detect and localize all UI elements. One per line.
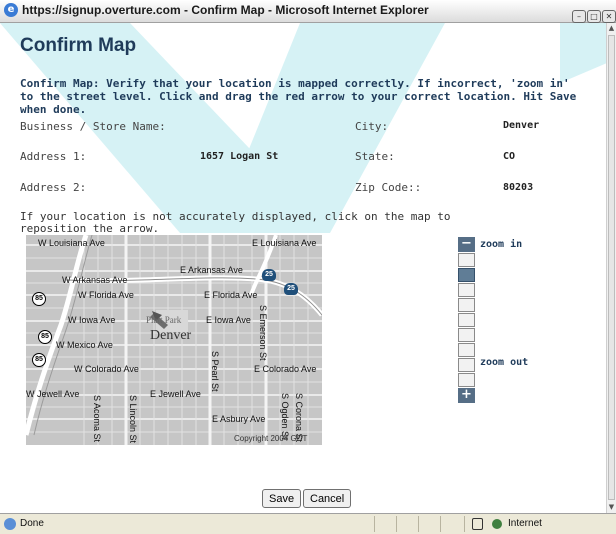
city-value: Denver: [503, 120, 540, 131]
street-label: W Arkansas Ave: [62, 275, 128, 285]
us-85-shield-icon: 85: [38, 330, 52, 344]
close-button[interactable]: ✕: [602, 10, 616, 23]
state-label: State:: [355, 150, 395, 163]
street-label: E Arkansas Ave: [180, 265, 243, 275]
internet-zone-icon: [492, 519, 502, 529]
street-label: S Pearl St: [210, 351, 220, 392]
street-label: E Iowa Ave: [206, 315, 251, 325]
page-content: Confirm Map Confirm Map: Verify that you…: [0, 23, 607, 513]
zoom-level-step[interactable]: [458, 343, 475, 357]
interstate-25-shield-icon: 25: [284, 283, 298, 295]
scroll-down-arrow-icon[interactable]: ▼: [607, 503, 616, 512]
status-text: Done: [20, 518, 44, 529]
street-label: S Lincoln St: [128, 395, 138, 444]
zoom-out-label[interactable]: zoom out: [480, 357, 528, 368]
status-bar: Done Internet: [0, 513, 616, 534]
status-divider: [374, 516, 375, 532]
reposition-hint: If your location is not accurately displ…: [20, 210, 451, 235]
page-title: Confirm Map: [20, 35, 137, 56]
zoom-level-step[interactable]: [458, 313, 475, 327]
us-85-shield-icon: 85: [32, 292, 46, 306]
window-title: https://signup.overture.com - Confirm Ma…: [22, 3, 429, 17]
address1-label: Address 1:: [20, 150, 87, 163]
street-label: W Mexico Ave: [56, 340, 113, 350]
zoom-level-step[interactable]: [458, 373, 475, 387]
street-label: W Louisiana Ave: [38, 238, 105, 248]
scrollbar-thumb[interactable]: [608, 35, 615, 500]
zoom-control: − +: [458, 237, 478, 403]
address2-label: Address 2:: [20, 181, 87, 194]
vertical-scrollbar[interactable]: ▲ ▼: [606, 23, 616, 513]
zip-code-label: Zip Code::: [355, 181, 422, 194]
zoom-in-button[interactable]: −: [458, 237, 475, 252]
street-label: S Emerson St: [258, 305, 268, 361]
street-label: E Florida Ave: [204, 290, 258, 300]
minimize-button[interactable]: –: [572, 10, 586, 23]
street-label: W Jewell Ave: [26, 389, 80, 399]
street-label: W Florida Ave: [78, 290, 134, 300]
city-label: City:: [355, 120, 389, 133]
status-divider: [418, 516, 419, 532]
status-divider: [464, 516, 465, 532]
window-controls: – □ ✕: [571, 4, 616, 23]
location-map[interactable]: W Louisiana Ave E Louisiana Ave W Arkans…: [26, 235, 322, 445]
address1-value: 1657 Logan St: [200, 151, 279, 162]
lock-icon: [472, 518, 483, 530]
zoom-level-step-selected[interactable]: [458, 268, 475, 282]
window-title-bar: e https://signup.overture.com - Confirm …: [0, 0, 616, 23]
cancel-button[interactable]: Cancel: [303, 489, 352, 508]
status-divider: [440, 516, 441, 532]
street-label: E Colorado Ave: [254, 364, 317, 374]
zoom-in-label[interactable]: zoom in: [480, 239, 522, 250]
city-map-label: Denver: [150, 328, 192, 343]
street-label: E Louisiana Ave: [252, 238, 317, 248]
map-copyright: Copyright 2004 GDT: [234, 434, 308, 443]
park-label: Platt Park: [146, 315, 182, 325]
scroll-up-arrow-icon[interactable]: ▲: [607, 24, 616, 33]
state-value: CO: [503, 151, 516, 162]
status-divider: [396, 516, 397, 532]
street-label: W Iowa Ave: [68, 315, 116, 325]
save-button[interactable]: Save: [262, 489, 302, 508]
business-name-label: Business / Store Name:: [20, 120, 166, 133]
zoom-out-button[interactable]: +: [458, 388, 475, 403]
street-label: E Jewell Ave: [150, 389, 201, 399]
zoom-level-step[interactable]: [458, 328, 475, 342]
zoom-level-step[interactable]: [458, 358, 475, 372]
maximize-button[interactable]: □: [587, 10, 601, 23]
street-label: S Acoma St: [92, 395, 102, 443]
internet-explorer-icon: e: [4, 3, 18, 17]
security-zone-label: Internet: [508, 518, 542, 529]
street-label: S Ogden St: [280, 393, 290, 440]
page-done-icon: [4, 518, 16, 530]
zoom-level-step[interactable]: [458, 253, 475, 267]
instructions-text: Confirm Map: Verify that your location i…: [20, 77, 577, 116]
interstate-25-shield-icon: 25: [262, 269, 276, 281]
zoom-level-step[interactable]: [458, 283, 475, 297]
street-label: W Colorado Ave: [74, 364, 139, 374]
us-85-shield-icon: 85: [32, 353, 46, 367]
street-label: E Asbury Ave: [212, 414, 266, 424]
zoom-level-step[interactable]: [458, 298, 475, 312]
zip-code-value: 80203: [503, 182, 534, 193]
